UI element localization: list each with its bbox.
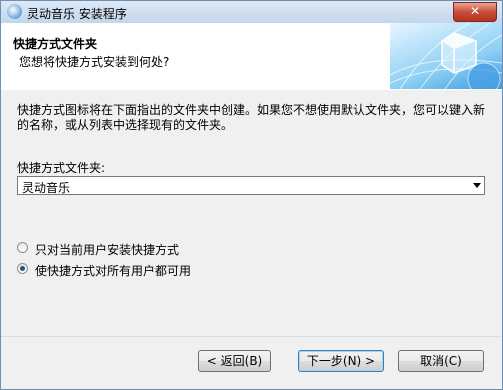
shortcut-folder-combobox[interactable]: 灵动音乐 [17, 176, 485, 195]
radio-button-all-users[interactable] [17, 263, 28, 274]
page-title: 快捷方式文件夹 [13, 37, 98, 51]
dropdown-arrow-icon[interactable] [473, 183, 481, 188]
header-divider [1, 89, 502, 90]
radio-label-all-users: 使快捷方式对所有用户都可用 [35, 264, 192, 278]
page-subtitle: 您想将快捷方式安装到何处? [19, 55, 170, 69]
next-button[interactable]: 下一步(N) > [298, 350, 384, 372]
window-title: 灵动音乐 安装程序 [27, 7, 127, 21]
radio-button-current-user[interactable] [17, 242, 28, 253]
wizard-header: 快捷方式文件夹 您想将快捷方式安装到何处? [1, 23, 502, 90]
close-button[interactable]: ✕ [453, 2, 497, 22]
installer-window: 灵动音乐 安装程序 ✕ 快捷方式文件夹 您想将快捷方式安装到何处? 快捷方式图标… [0, 0, 503, 390]
app-icon [7, 4, 22, 19]
description-text: 快捷方式图标将在下面指出的文件夹中创建。如果您不想使用默认文件夹，您可以键入新的… [17, 103, 486, 132]
cancel-button[interactable]: 取消(C) [398, 350, 484, 372]
folder-label: 快捷方式文件夹: [17, 161, 106, 175]
footer-divider [1, 336, 502, 337]
radio-label-current-user: 只对当前用户安装快捷方式 [35, 243, 180, 257]
folder-value: 灵动音乐 [22, 181, 71, 195]
back-button[interactable]: < 返回(B) [198, 350, 271, 372]
title-bar[interactable]: 灵动音乐 安装程序 ✕ [1, 1, 502, 23]
header-banner-image [390, 23, 502, 89]
